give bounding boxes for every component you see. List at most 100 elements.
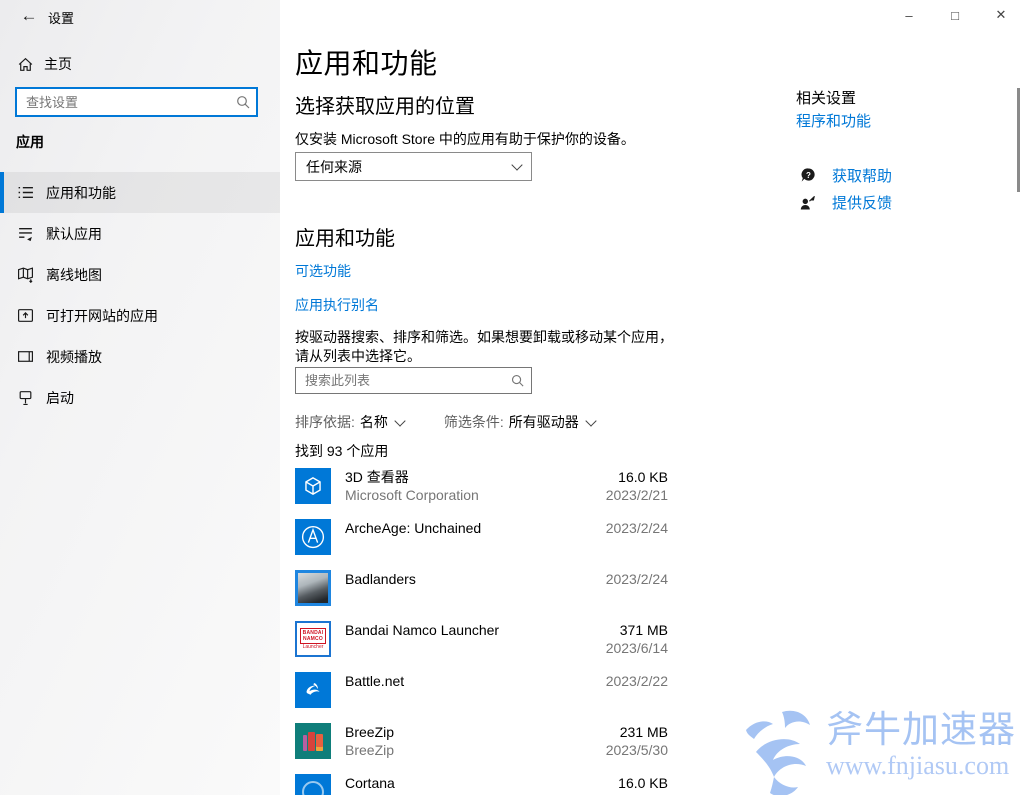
app-name: Badlanders [345,570,558,588]
sidebar-item-home[interactable]: 主页 [10,50,260,78]
3d-viewer-icon [295,468,331,504]
app-list-search [295,367,532,394]
app-size: 16.0 KB [558,774,668,792]
window-controls: – □ ✕ [886,0,1024,30]
home-icon [16,55,34,73]
app-publisher: BreeZip [345,741,558,759]
app-row-cortana[interactable]: Cortana 16.0 KB [295,774,668,795]
give-feedback-label: 提供反馈 [832,192,892,213]
get-help-label: 获取帮助 [832,165,892,186]
app-count: 找到 93 个应用 [295,441,388,461]
app-row-breezip[interactable]: BreeZip BreeZip 231 MB 2023/5/30 [295,723,668,759]
default-apps-icon [16,225,34,243]
app-row-badlanders[interactable]: Badlanders 2023/2/24 [295,570,668,606]
apps-features-icon [16,184,34,202]
chevron-down-icon [511,159,522,170]
app-row-archeage[interactable]: ArcheAge: Unchained 2023/2/24 [295,519,668,555]
watermark-url: www.fnjiasu.com [826,752,1016,780]
app-name: Battle.net [345,672,558,690]
sort-by-label: 排序依据: [295,412,355,432]
app-name: Cortana [345,774,558,792]
sidebar-item-label: 应用和功能 [46,183,116,203]
sidebar-item-apps-features[interactable]: 应用和功能 [0,172,280,213]
sidebar-section-label: 应用 [16,132,44,152]
sidebar-item-startup[interactable]: 启动 [0,377,280,418]
home-label: 主页 [44,54,72,74]
help-bubble-icon: ? [798,166,818,186]
watermark: 斧牛加速器 www.fnjiasu.com [742,708,1016,795]
sidebar-item-label: 启动 [46,388,74,408]
sidebar-nav: 应用和功能 默认应用 离线地图 可打开网站的应用 [0,172,280,418]
settings-search-input[interactable] [15,87,258,117]
svg-text:?: ? [806,171,811,180]
offline-maps-icon [16,266,34,284]
app-publisher: Microsoft Corporation [345,486,558,504]
sort-by-dropdown[interactable]: 排序依据: 名称 [295,412,404,432]
app-size: 371 MB [558,621,668,639]
app-row-3d-viewer[interactable]: 3D 查看器 Microsoft Corporation 16.0 KB 202… [295,468,668,504]
maximize-button[interactable]: □ [932,0,978,30]
search-icon [510,373,525,388]
video-playback-icon [16,348,34,366]
settings-window: ← 设置 主页 应用 应用和功能 [0,0,1024,795]
badlanders-icon [295,570,331,606]
sidebar-item-label: 离线地图 [46,265,102,285]
filter-by-dropdown[interactable]: 筛选条件: 所有驱动器 [444,412,595,432]
app-date: 2023/2/24 [558,519,668,537]
install-source-dropdown[interactable]: 任何来源 [295,152,532,181]
apps-section-heading: 应用和功能 [295,222,395,251]
back-arrow-icon: ← [21,6,38,26]
install-source-description: 仅安装 Microsoft Store 中的应用有助于保护你的设备。 [295,129,635,149]
related-settings-heading: 相关设置 [796,87,856,108]
sidebar-item-video-playback[interactable]: 视频播放 [0,336,280,377]
sidebar-item-label: 视频播放 [46,347,102,367]
app-name: BreeZip [345,723,558,741]
minimize-button[interactable]: – [886,0,932,30]
sidebar-item-website-apps[interactable]: 可打开网站的应用 [0,295,280,336]
search-icon [235,94,251,110]
app-name: 3D 查看器 [345,468,558,486]
app-row-bandai-namco[interactable]: BANDAI NAMCO Launcher Bandai Namco Launc… [295,621,668,657]
breezip-icon [295,723,331,759]
bandai-icon-text-line3: Launcher [303,644,324,651]
startup-icon [16,389,34,407]
optional-features-link[interactable]: 可选功能 [295,263,351,279]
vertical-scrollbar[interactable] [1017,88,1020,192]
close-button[interactable]: ✕ [978,0,1024,30]
app-size: 231 MB [558,723,668,741]
app-name: ArcheAge: Unchained [345,519,558,537]
archeage-icon [295,519,331,555]
filter-by-value: 所有驱动器 [509,412,579,432]
bandai-icon-text-line1: BANDAI [303,630,324,636]
programs-and-features-link[interactable]: 程序和功能 [796,113,871,130]
sidebar-item-label: 默认应用 [46,224,102,244]
app-list-search-input[interactable] [295,367,532,394]
battlenet-icon [295,672,331,708]
sidebar-item-offline-maps[interactable]: 离线地图 [0,254,280,295]
chevron-down-icon [585,415,596,426]
feedback-person-icon [798,193,818,213]
app-date: 2023/6/14 [558,639,668,657]
app-date: 2023/5/30 [558,741,668,759]
install-source-dropdown-value: 任何来源 [306,157,362,177]
app-date: 2023/2/24 [558,570,668,588]
sort-filter-row: 排序依据: 名称 筛选条件: 所有驱动器 [295,412,595,432]
app-row-battlenet[interactable]: Battle.net 2023/2/22 [295,672,668,708]
watermark-brand: 斧牛加速器 [826,708,1016,752]
chevron-down-icon [394,415,405,426]
filter-by-label: 筛选条件: [444,412,504,432]
give-feedback-link[interactable]: 提供反馈 [798,192,892,213]
app-size: 16.0 KB [558,468,668,486]
app-list: 3D 查看器 Microsoft Corporation 16.0 KB 202… [295,468,668,795]
apps-section-description: 按驱动器搜索、排序和筛选。如果想要卸载或移动某个应用，请从列表中选择它。 [295,328,685,366]
app-date: 2023/2/22 [558,672,668,690]
settings-search [15,87,258,117]
install-source-heading: 选择获取应用的位置 [295,90,475,119]
sidebar-item-default-apps[interactable]: 默认应用 [0,213,280,254]
fnjiasu-bull-logo [742,708,820,795]
app-execution-aliases-link[interactable]: 应用执行别名 [295,297,379,313]
back-button[interactable]: ← [14,4,44,28]
cortana-icon [295,774,331,795]
app-name: Bandai Namco Launcher [345,621,558,639]
get-help-link[interactable]: ? 获取帮助 [798,165,892,186]
